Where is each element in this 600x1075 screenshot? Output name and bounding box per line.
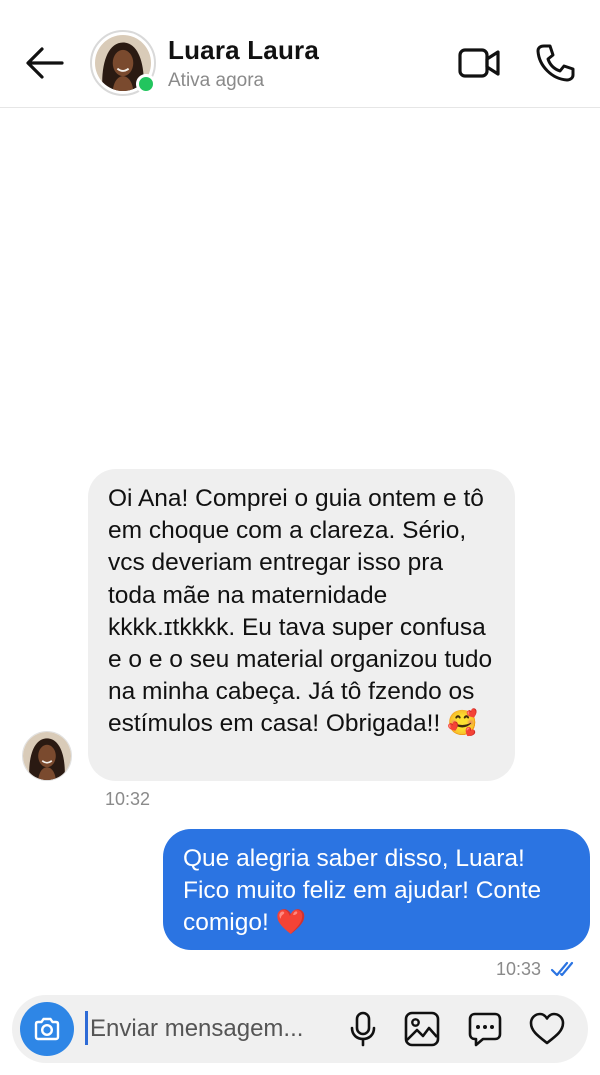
back-arrow-icon bbox=[26, 47, 64, 79]
phone-icon bbox=[536, 44, 575, 82]
video-call-button[interactable] bbox=[456, 42, 502, 84]
contact-avatar[interactable] bbox=[90, 30, 156, 96]
like-button[interactable] bbox=[528, 1010, 566, 1048]
gallery-button[interactable] bbox=[403, 1010, 441, 1048]
microphone-button[interactable] bbox=[344, 1010, 382, 1048]
avatar-photo bbox=[23, 732, 71, 780]
read-receipt-icon bbox=[550, 959, 578, 979]
phone-call-button[interactable] bbox=[532, 40, 578, 86]
message-timestamp: 10:33 bbox=[496, 959, 542, 979]
message-input[interactable] bbox=[90, 1009, 340, 1049]
contact-name[interactable]: Luara Laura bbox=[168, 35, 319, 66]
sender-avatar[interactable] bbox=[22, 731, 72, 781]
heart-icon bbox=[529, 1012, 565, 1045]
online-status-dot bbox=[136, 74, 156, 94]
contact-status: Ativa agora bbox=[168, 70, 265, 91]
camera-button[interactable] bbox=[20, 1002, 74, 1056]
text-cursor bbox=[85, 1011, 88, 1045]
video-call-icon bbox=[458, 48, 500, 78]
chat-header: Luara Laura Ativa agora bbox=[0, 0, 600, 108]
back-button[interactable] bbox=[22, 40, 68, 86]
outgoing-message-bubble[interactable]: Que alegria saber disso, Luara! Fico mui… bbox=[163, 829, 590, 950]
sticker-icon bbox=[468, 1012, 502, 1047]
message-composer bbox=[12, 995, 588, 1063]
sticker-button[interactable] bbox=[466, 1010, 504, 1048]
incoming-message-bubble[interactable]: Oi Ana! Comprei o guia ontem e tô em cho… bbox=[88, 469, 515, 781]
gallery-icon bbox=[404, 1011, 440, 1047]
camera-icon bbox=[34, 1017, 60, 1041]
message-timestamp: 10:32 bbox=[105, 789, 151, 809]
chat-screen: Luara Laura Ativa agora Oi Ana! Comprei … bbox=[0, 0, 600, 1075]
microphone-icon bbox=[350, 1011, 376, 1047]
